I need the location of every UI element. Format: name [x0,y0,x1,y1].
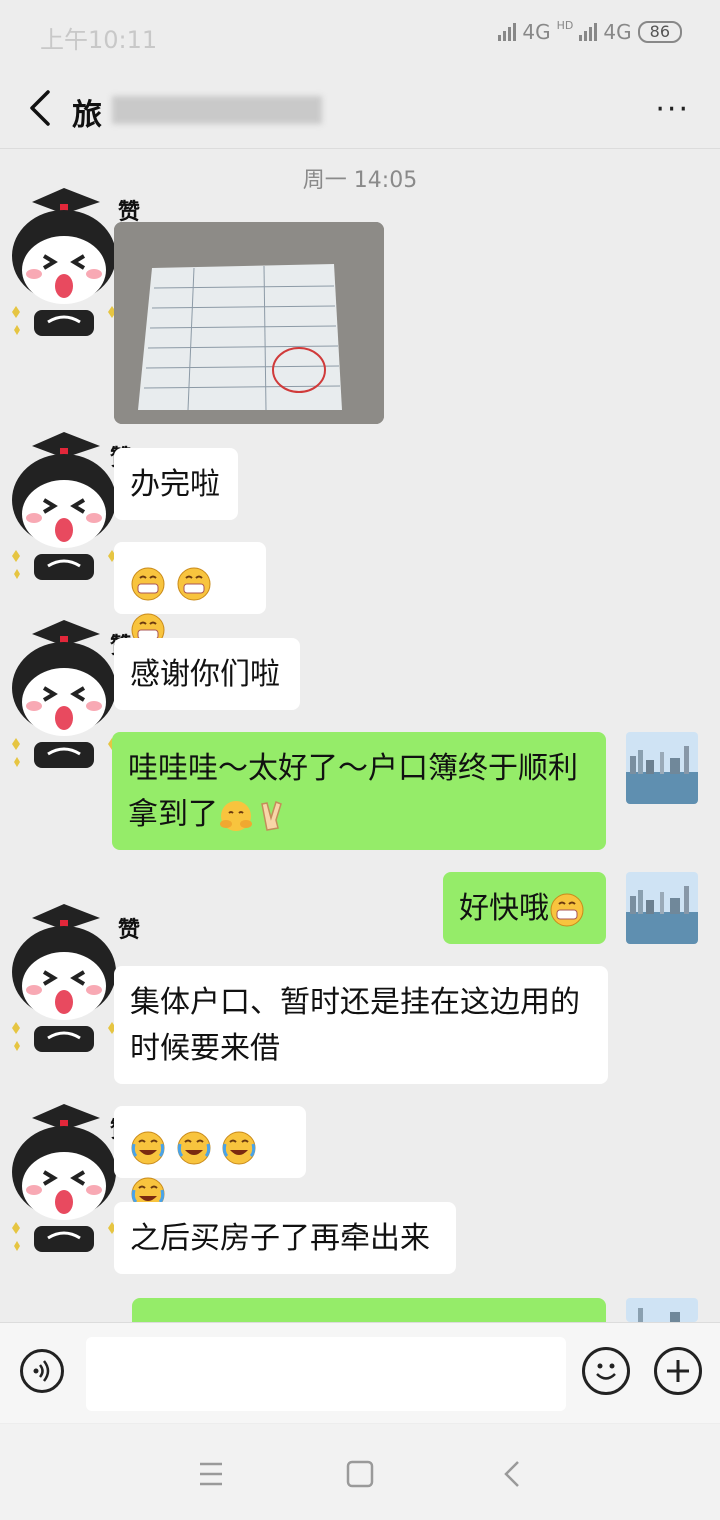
hd-label: HD [556,18,574,32]
status-indicators: 4G HD 4G 86 [498,18,682,44]
contact-avatar[interactable] [4,184,124,344]
redacted-title [112,96,322,124]
my-message-bubble[interactable]: 好快哦 [443,872,606,944]
menu-icon[interactable] [190,1454,230,1494]
my-message-bubble[interactable]: 哇哇哇～太好了～户口簿终于顺利 拿到了 [112,732,606,850]
my-message-bubble-partial[interactable] [132,1298,606,1322]
voice-input-button[interactable] [20,1349,64,1393]
message-bubble[interactable]: 集体户口、暂时还是挂在这边用的 时候要来借 [114,966,608,1084]
message-text-line: 集体户口、暂时还是挂在这边用的 [130,985,580,1020]
status-time: 上午10:11 [40,26,158,54]
grin-icon [131,567,165,600]
registration-card-photo[interactable] [114,222,384,424]
contact-avatar[interactable] [4,900,124,1060]
input-bar [0,1322,720,1423]
voice-icon [33,1360,50,1382]
plus-button[interactable] [654,1347,702,1395]
plus-icon [667,1360,689,1382]
message-text: 之后买房子了再牵出来 [130,1221,430,1256]
grin-icon [177,567,211,600]
battery-icon: 86 [637,21,682,43]
more-options-button[interactable]: ··· [655,92,690,127]
message-bubble[interactable]: 办完啦 [114,448,238,520]
emoji-message-bubble[interactable] [114,1106,306,1210]
zan-sticker-label: 赞 [118,918,141,943]
contact-avatar[interactable] [4,1100,124,1260]
my-avatar[interactable] [626,872,698,944]
smiley-icon [596,1363,616,1380]
hug-face-icon [220,800,252,831]
status-bar: 上午10:11 4G HD 4G 86 [0,0,720,68]
city-skyline-avatar [626,872,698,944]
chat-header: 旅 ··· [0,68,720,149]
back-arrow-icon[interactable] [22,86,58,130]
emoji-button[interactable] [582,1347,630,1395]
message-input[interactable] [86,1337,566,1411]
message-bubble[interactable]: 之后买房子了再牵出来 [114,1202,456,1274]
document-photo [114,222,384,424]
message-text: 办完啦 [130,467,220,502]
message-text: 感谢你们啦 [130,657,280,692]
signal-icon-2 [579,23,598,41]
contact-avatar[interactable] [4,428,124,588]
chat-title: 旅 [72,98,102,133]
network-label-2: 4G [603,20,632,44]
victory-hand-icon [261,800,282,831]
city-skyline-avatar [626,1298,698,1322]
my-avatar[interactable] [626,732,698,804]
message-text-line: 拿到了 [128,797,218,832]
laugh-cry-icon [177,1131,211,1164]
city-skyline-avatar [626,732,698,804]
message-text: 好快哦 [459,891,549,926]
laugh-cry-icon [222,1131,256,1164]
back-icon[interactable] [492,1454,532,1494]
signal-icon [498,23,517,41]
message-text-line: 哇哇哇～太好了～户口簿终于顺利 [128,751,578,786]
emoji-message-bubble[interactable] [114,542,266,646]
contact-avatar[interactable] [4,616,124,776]
home-icon[interactable] [340,1454,380,1494]
message-bubble[interactable]: 感谢你们啦 [114,638,300,710]
laugh-cry-icon [131,1131,165,1164]
navigation-bar [0,1424,720,1520]
grin-icon [550,893,584,926]
network-label: 4G [522,20,551,44]
message-text-line: 时候要来借 [130,1031,280,1066]
my-avatar[interactable] [626,1298,698,1322]
